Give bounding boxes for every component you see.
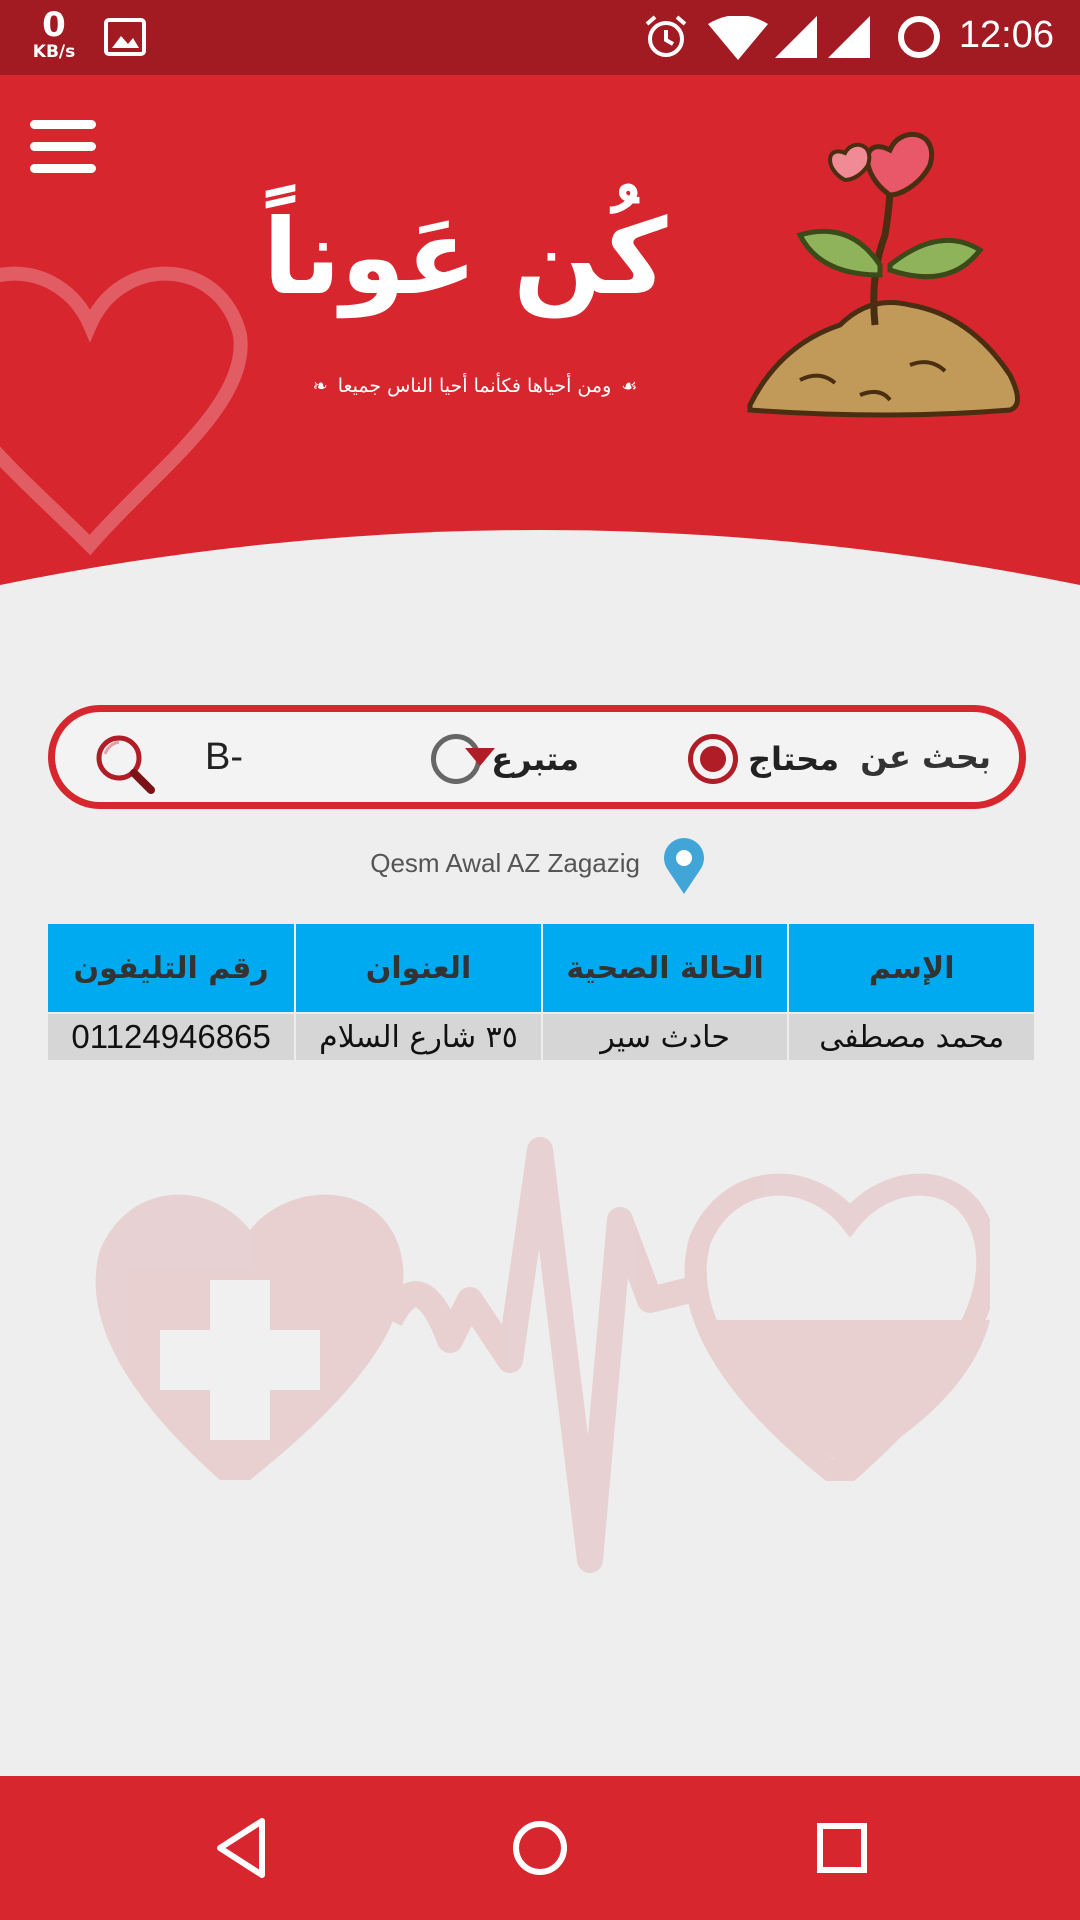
table-row[interactable]: محمد مصطفى حادث سير ٣٥ شارع السلام 01124… (48, 1012, 1034, 1060)
location-text: Qesm Awal AZ Zagazig (370, 848, 640, 878)
signal-icon (828, 16, 870, 58)
network-speed-unit: KB/s (32, 42, 76, 62)
magnifier-icon[interactable] (93, 732, 157, 796)
clock: 12:06 (958, 14, 1054, 56)
recents-icon[interactable] (812, 1816, 872, 1880)
hamburger-line (30, 142, 96, 151)
column-header-address: العنوان (296, 924, 541, 1012)
radio-needy-label: محتاج (747, 740, 839, 778)
cell-health: حادث سير (542, 1012, 788, 1060)
heart-plant-icon (747, 132, 1020, 418)
home-icon[interactable] (510, 1816, 570, 1880)
column-header-health: الحالة الصحية (542, 924, 788, 1012)
radio-button-checked[interactable] (687, 734, 738, 784)
map-pin-icon (664, 838, 704, 894)
column-header-phone: رقم التليفون (48, 924, 295, 1012)
results-table: الإسم الحالة الصحية العنوان رقم التليفون… (46, 924, 1036, 1060)
cell-address: ٣٥ شارع السلام (296, 1012, 541, 1060)
dropdown-arrow-icon (465, 748, 495, 766)
sync-circle-icon (898, 16, 940, 58)
status-bar: 0 KB/s 12:06 (0, 0, 1080, 75)
tagline: ❧ ومن أحياها فكأنما أحيا الناس جميعا ☙ (260, 375, 690, 397)
search-label: بحث عن (860, 738, 991, 776)
menu-button[interactable] (30, 120, 96, 180)
ornament-icon: ☙ (621, 376, 638, 397)
search-bar: بحث عن محتاج متبرع B- (48, 705, 1026, 809)
blood-heart-watermark-icon (95, 1137, 990, 1573)
blood-type-select[interactable]: B- (205, 732, 505, 788)
signal-icon (775, 16, 817, 58)
ornament-icon: ❧ (312, 376, 328, 397)
network-speed-value: 0 (42, 5, 66, 45)
navigation-bar (0, 1776, 1080, 1920)
network-speed: 0 KB/s (24, 8, 84, 61)
back-icon[interactable] (212, 1816, 272, 1880)
wifi-icon (708, 16, 768, 60)
column-header-name: الإسم (789, 924, 1034, 1012)
alarm-icon (645, 15, 687, 57)
cell-name: محمد مصطفى (789, 1012, 1034, 1060)
hamburger-menu-icon (30, 120, 96, 129)
image-icon (104, 18, 146, 56)
hamburger-line (30, 164, 96, 173)
app-logo-text: كُن عَوناً (262, 196, 668, 318)
radio-needy[interactable]: محتاج (687, 734, 839, 784)
blood-type-value: B- (205, 736, 243, 778)
tagline-text: ومن أحياها فكأنما أحيا الناس جميعا (337, 375, 612, 397)
table-header-row: الإسم الحالة الصحية العنوان رقم التليفون (48, 924, 1034, 1012)
cell-phone[interactable]: 01124946865 (48, 1012, 295, 1060)
app-header: كُن عَوناً ❧ ومن أحياها فكأنما أحيا الناس… (0, 75, 1080, 595)
